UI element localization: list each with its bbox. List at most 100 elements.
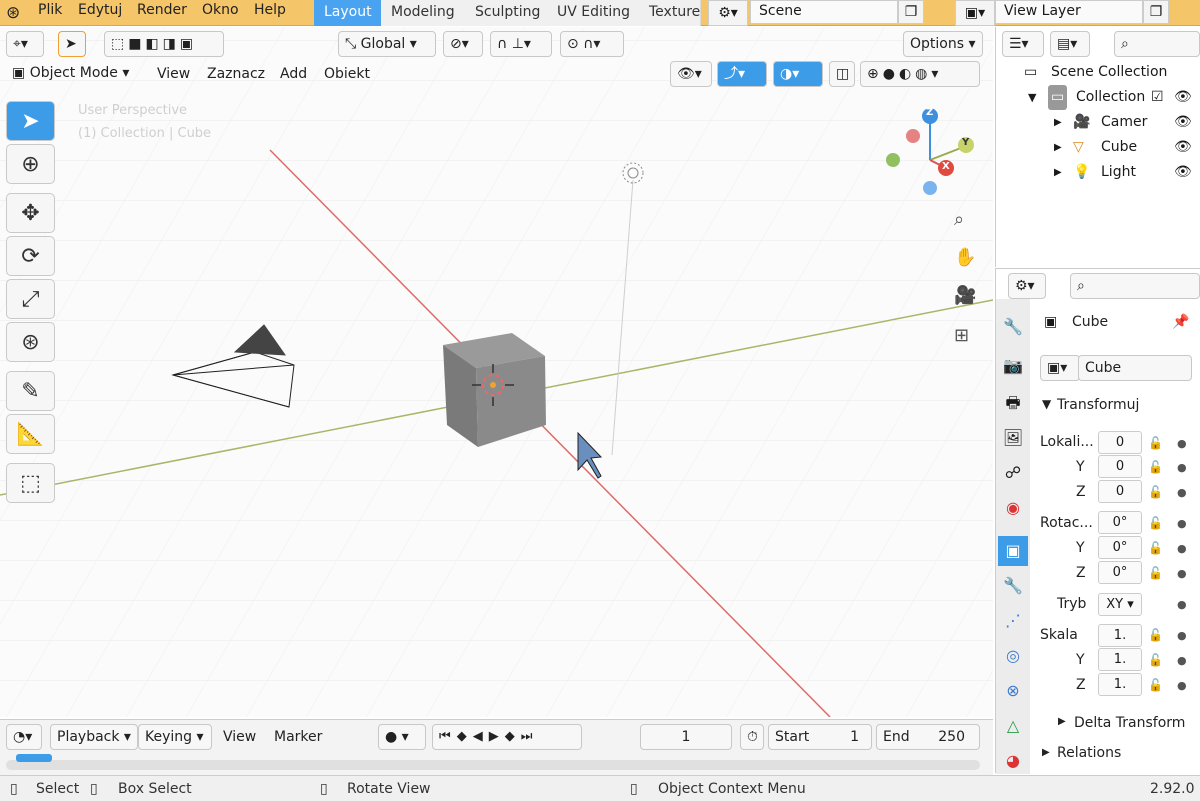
eye-icon[interactable]: 👁 — [1174, 135, 1192, 160]
outliner-item-camera[interactable]: ▶ 🎥 Camer 👁 — [996, 110, 1200, 135]
mode-dropdown[interactable]: ▣ Object Mode ▾ — [6, 61, 142, 87]
scale-tool[interactable]: ⤢ — [6, 279, 55, 319]
expand-arrow-icon[interactable]: ▶ — [1054, 135, 1062, 160]
gizmo-z-label[interactable]: Z — [926, 107, 933, 118]
keying-menu[interactable]: Keying ▾ — [138, 724, 212, 750]
timeline-scrollbar[interactable] — [6, 754, 980, 770]
delta-transform-section[interactable]: Delta Transform — [1074, 715, 1185, 731]
eye-icon[interactable]: 👁 — [1174, 85, 1192, 110]
keyframe-dot-icon[interactable]: ● — [1177, 598, 1187, 611]
keyframe-dot-icon[interactable]: ● — [1177, 679, 1187, 692]
outliner-scene-collection[interactable]: ▭ Scene Collection — [996, 60, 1200, 85]
eye-icon[interactable]: 👁 — [1174, 110, 1192, 135]
expand-arrow-icon[interactable]: ▶ — [1058, 716, 1066, 727]
rotation-z-field[interactable]: 0° — [1098, 561, 1142, 584]
menu-add[interactable]: Add — [280, 66, 307, 82]
keyframe-dot-icon[interactable]: ● — [1177, 567, 1187, 580]
lock-icon[interactable]: 🔓 — [1148, 628, 1163, 642]
scale-z-field[interactable]: 1. — [1098, 673, 1142, 696]
rotate-tool[interactable]: ⟳ — [6, 236, 55, 276]
expand-arrow-icon[interactable]: ▶ — [1042, 747, 1050, 758]
material-tab-icon[interactable]: ◕ — [998, 746, 1028, 776]
start-frame-field[interactable]: Start 1 — [768, 724, 872, 750]
lock-icon[interactable]: 🔓 — [1148, 516, 1163, 530]
menu-window[interactable]: Okno — [202, 2, 239, 18]
menu-select[interactable]: Zaznacz — [207, 66, 265, 82]
xray-icon[interactable]: ◫ — [829, 61, 855, 87]
scene-selector-icon[interactable]: ⚙▾ — [708, 0, 748, 26]
object-name-field[interactable]: Cube — [1078, 355, 1192, 381]
proportional-edit-icon[interactable]: ⊙ ∩▾ — [560, 31, 624, 57]
move-tool[interactable]: ✥ — [6, 193, 55, 233]
constraints-tab-icon[interactable]: ⊗ — [998, 676, 1028, 706]
particles-tab-icon[interactable]: ⋰ — [998, 606, 1028, 636]
stopwatch-icon[interactable]: ⏱ — [740, 724, 764, 750]
snap-icon[interactable]: ∩ ⊥▾ — [490, 31, 552, 57]
expand-arrow-icon[interactable]: ▶ — [1054, 110, 1062, 135]
location-y-field[interactable]: 0 — [1098, 455, 1142, 478]
transform-tool[interactable]: ⊛ — [6, 322, 55, 362]
keyframe-dot-icon[interactable]: ● — [1177, 654, 1187, 667]
current-frame-field[interactable]: 1 — [640, 724, 732, 750]
pin-icon[interactable]: 📌 — [1172, 314, 1189, 330]
scale-x-field[interactable]: 1. — [1098, 624, 1142, 647]
blender-logo-icon[interactable]: ⊛ — [6, 3, 20, 23]
playback-menu[interactable]: Playback ▾ — [50, 724, 138, 750]
output-tab-icon[interactable]: 🖶 — [998, 388, 1028, 418]
lock-icon[interactable]: 🔓 — [1148, 566, 1163, 580]
object-tab-icon[interactable]: ▣ — [998, 536, 1028, 566]
location-x-field[interactable]: 0 — [1098, 431, 1142, 454]
eye-icon[interactable]: 👁 — [1174, 160, 1192, 185]
properties-editor-icon[interactable]: ⚙▾ — [1008, 273, 1046, 299]
keyframe-dot-icon[interactable]: ● — [1177, 629, 1187, 642]
rotation-mode-dropdown[interactable]: XY ▾ — [1098, 593, 1142, 616]
modifier-tab-icon[interactable]: 🔧 — [998, 571, 1028, 601]
menu-object[interactable]: Obiekt — [324, 66, 370, 82]
ortho-grid-icon[interactable]: ⊞ — [954, 325, 969, 346]
auto-keying-icon[interactable]: ● ▾ — [378, 724, 426, 750]
outliner-item-light[interactable]: ▶ 💡 Light 👁 — [996, 160, 1200, 185]
filter-icon[interactable]: ▤▾ — [1050, 31, 1090, 57]
overlay-toggle-icon[interactable]: ◑▾ — [773, 61, 823, 87]
transform-orientation-dropdown[interactable]: ⤡ Global ▾ — [338, 31, 436, 57]
marker-menu[interactable]: Marker — [274, 729, 322, 745]
physics-tab-icon[interactable]: ◎ — [998, 641, 1028, 671]
gizmo-toggle-icon[interactable]: ⤴▾ — [717, 61, 767, 87]
editor-type-icon[interactable]: ◔▾ — [6, 724, 42, 750]
relations-section[interactable]: Relations — [1057, 745, 1121, 761]
view-layer-tab-icon[interactable]: 🖼 — [998, 423, 1028, 453]
view-layer-selector-icon[interactable]: ▣▾ — [955, 0, 995, 26]
options-button[interactable]: Options ▾ — [903, 31, 983, 57]
world-tab-icon[interactable]: ◉ — [998, 493, 1028, 523]
lock-icon[interactable]: 🔓 — [1148, 460, 1163, 474]
keyframe-dot-icon[interactable]: ● — [1177, 542, 1187, 555]
view-layer-field[interactable]: View Layer — [995, 0, 1143, 24]
measure-tool[interactable]: 📐 — [6, 414, 55, 454]
3d-viewport[interactable]: User Perspective (1) Collection | Cube Z… — [0, 27, 993, 717]
menu-render[interactable]: Render — [137, 2, 187, 18]
tab-uv-editing[interactable]: UV Editing — [547, 0, 642, 26]
copy-scene-icon[interactable]: ❐ — [898, 0, 924, 24]
collapse-arrow-icon[interactable]: ▼ — [1042, 397, 1051, 411]
transform-section-title[interactable]: Transformuj — [1057, 397, 1139, 413]
rotation-y-field[interactable]: 0° — [1098, 536, 1142, 559]
tab-modeling[interactable]: Modeling — [381, 0, 466, 26]
outliner-item-cube[interactable]: ▶ ▽ Cube 👁 — [996, 135, 1200, 160]
tab-sculpting[interactable]: Sculpting — [465, 0, 552, 26]
expand-arrow-icon[interactable]: ▼ — [1028, 85, 1036, 110]
render-tab-icon[interactable]: 📷 — [998, 351, 1028, 381]
end-frame-field[interactable]: End 250 — [876, 724, 980, 750]
select-box-tool[interactable]: ➤ — [6, 101, 55, 141]
display-mode-icon[interactable]: ☰▾ — [1002, 31, 1044, 57]
pivot-point-icon[interactable]: ⊘▾ — [443, 31, 483, 57]
keyframe-dot-icon[interactable]: ● — [1177, 461, 1187, 474]
menu-view[interactable]: View — [157, 66, 190, 82]
tool-tab-icon[interactable]: 🔧 — [998, 312, 1028, 342]
pan-hand-icon[interactable]: ✋ — [954, 247, 976, 268]
camera-view-icon[interactable]: 🎥 — [954, 285, 976, 306]
scene-tab-icon[interactable]: ☍ — [998, 458, 1028, 488]
lock-icon[interactable]: 🔓 — [1148, 678, 1163, 692]
outliner-search-input[interactable]: ⌕ — [1114, 31, 1200, 57]
keyframe-dot-icon[interactable]: ● — [1177, 517, 1187, 530]
cursor-tool[interactable]: ⊕ — [6, 144, 55, 184]
